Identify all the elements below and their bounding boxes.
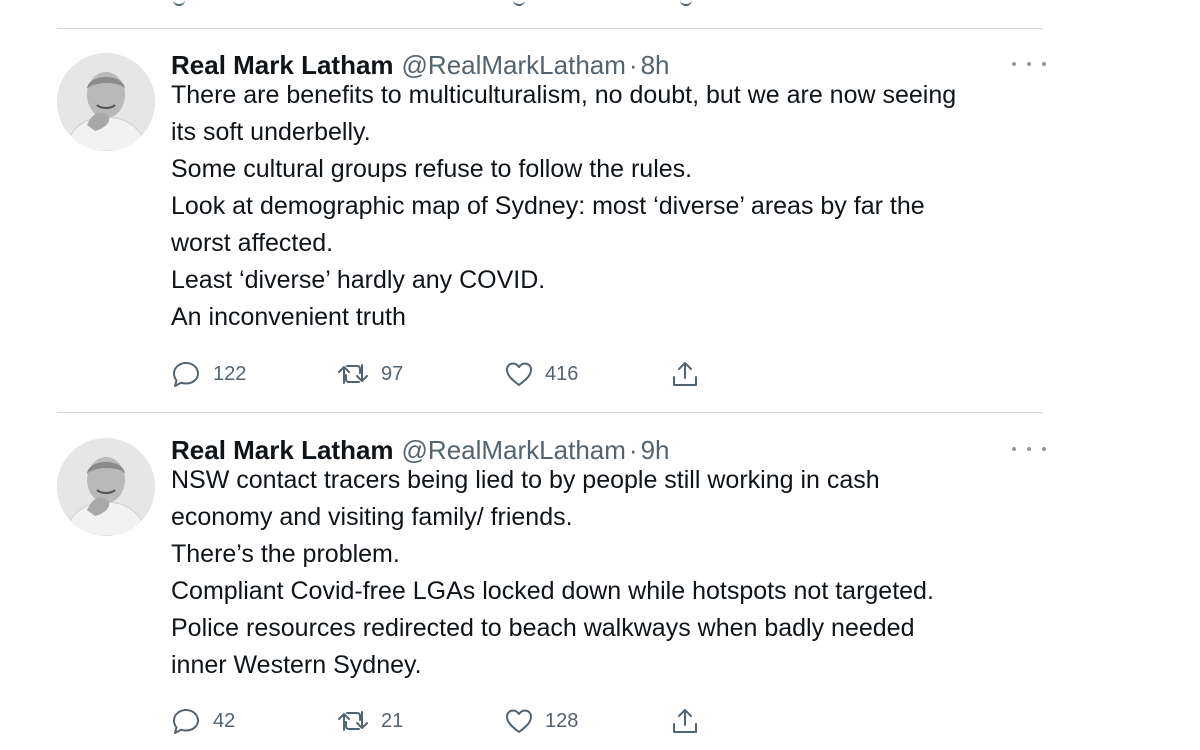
more-options-icon[interactable]: [1012, 56, 1046, 72]
tweet-text-line: Compliant Covid-free LGAs locked down wh…: [171, 577, 934, 605]
retweet-icon: [338, 364, 368, 384]
reply-count: 42: [213, 709, 236, 732]
tweet-text-line: There are benefits to multiculturalism, …: [171, 81, 957, 109]
heart-icon[interactable]: [513, 0, 525, 6]
tweet-text-line: Some cultural groups refuse to follow th…: [171, 155, 693, 183]
avatar[interactable]: [57, 438, 155, 536]
tweet-text-line: worst affected.: [171, 229, 334, 257]
share-icon[interactable]: [680, 0, 692, 6]
retweet-button[interactable]: 21: [337, 703, 403, 739]
tweet-text-line: Police resources redirected to beach wal…: [171, 614, 915, 642]
tweet-text: NSW contact tracers being lied to by peo…: [171, 462, 1051, 684]
avatar[interactable]: [57, 53, 155, 151]
author-handle[interactable]: @RealMarkLatham: [402, 50, 626, 81]
more-options-icon[interactable]: [1012, 441, 1046, 457]
tweet-text-line: Least ‘diverse’ hardly any COVID.: [171, 266, 546, 294]
heart-icon: [506, 362, 532, 386]
tweet-actions: 122 97 416: [171, 356, 731, 392]
timestamp[interactable]: 9h: [641, 435, 670, 466]
share-button[interactable]: [671, 356, 699, 392]
retweet-icon: [338, 711, 368, 731]
reply-icon: [173, 709, 199, 734]
author-handle[interactable]: @RealMarkLatham: [402, 435, 626, 466]
tweet-actions: 42 21 128: [171, 703, 731, 739]
reply-button[interactable]: 42: [171, 703, 235, 739]
retweet-count: 21: [381, 709, 404, 732]
author-name[interactable]: Real Mark Latham: [171, 435, 394, 466]
share-icon: [673, 362, 697, 386]
tweet-text-line: Look at demographic map of Sydney: most …: [171, 192, 925, 220]
reply-icon: [173, 362, 199, 387]
tweet-text-line: An inconvenient truth: [171, 303, 406, 331]
like-count: 128: [545, 709, 579, 732]
share-button[interactable]: [671, 703, 699, 739]
tweet-text-line: its soft underbelly.: [171, 118, 371, 146]
retweet-count: 97: [381, 362, 404, 385]
tweet-text-line: There’s the problem.: [171, 540, 400, 568]
previous-tweet-actions: [0, 0, 1200, 12]
tweet-text: There are benefits to multiculturalism, …: [171, 77, 1051, 336]
tweet-text-line: inner Western Sydney.: [171, 651, 422, 679]
author-name[interactable]: Real Mark Latham: [171, 50, 394, 81]
timestamp[interactable]: 8h: [641, 50, 670, 81]
reply-icon[interactable]: [173, 0, 185, 6]
reply-count: 122: [213, 362, 247, 385]
tweet-text-line: NSW contact tracers being lied to by peo…: [171, 466, 880, 494]
retweet-button[interactable]: 97: [337, 356, 403, 392]
tweet-text-line: economy and visiting family/ friends.: [171, 503, 573, 531]
heart-icon: [506, 709, 532, 733]
reply-button[interactable]: 122: [171, 356, 246, 392]
separator: ·: [628, 434, 638, 465]
like-button[interactable]: 128: [505, 703, 578, 739]
like-button[interactable]: 416: [505, 356, 578, 392]
divider: [57, 412, 1043, 413]
separator: ·: [628, 49, 638, 80]
divider: [57, 28, 1043, 29]
like-count: 416: [545, 362, 579, 385]
share-icon: [673, 709, 697, 733]
